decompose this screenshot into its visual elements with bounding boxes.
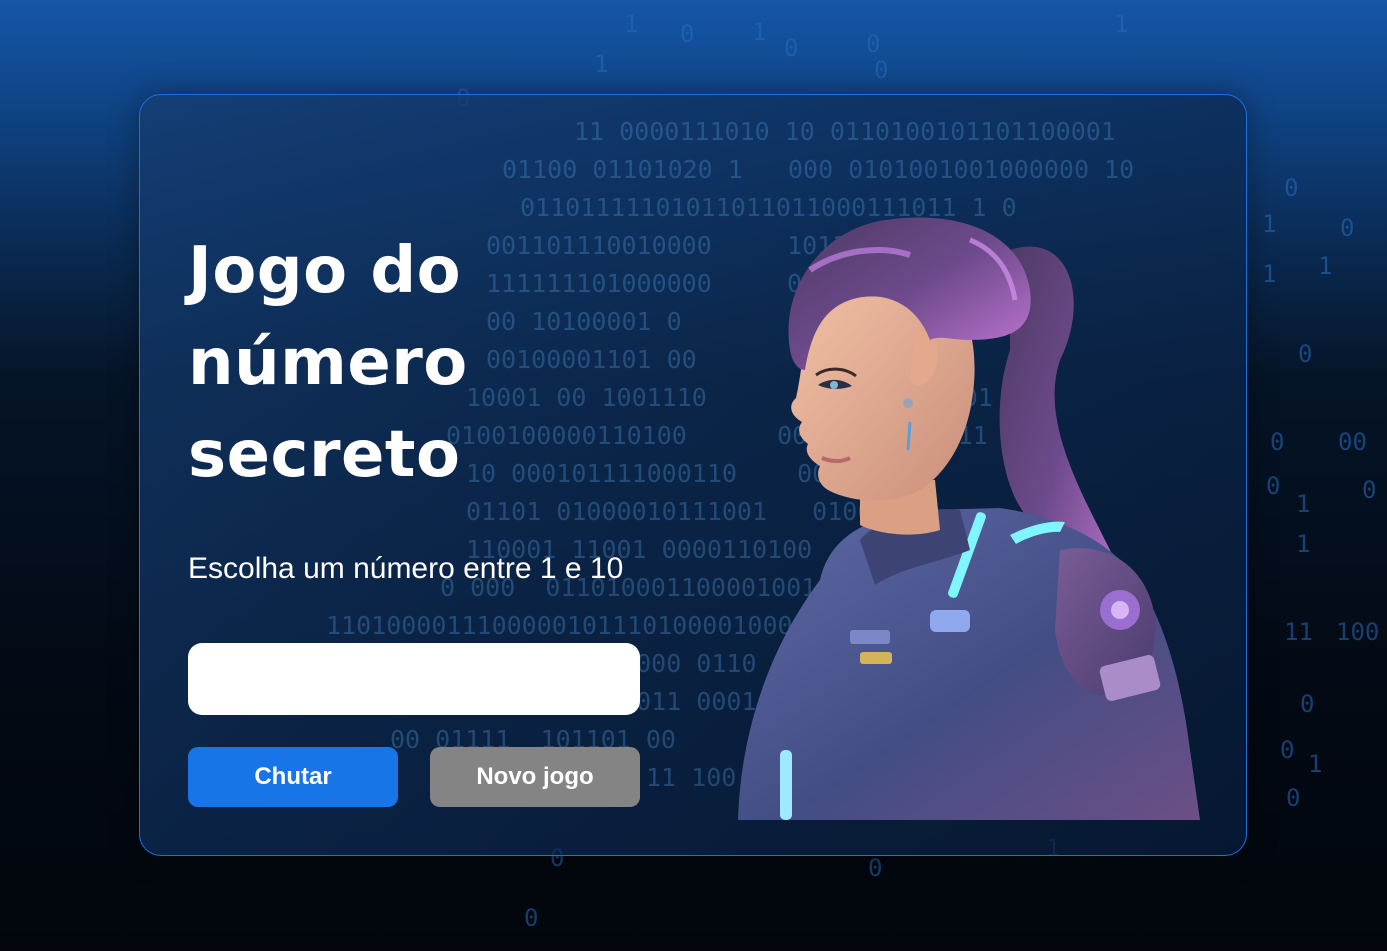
new-game-button[interactable]: Novo jogo (430, 747, 640, 807)
guess-input[interactable] (188, 643, 640, 715)
astronaut-girl-illustration (738, 217, 1200, 820)
game-card: 11 0000111010 10 0110100101101100001 011… (139, 94, 1247, 856)
instruction-text: Escolha um número entre 1 e 10 (188, 552, 624, 585)
guess-button[interactable]: Chutar (188, 747, 398, 807)
page-title: Jogo do número secreto (188, 234, 468, 492)
